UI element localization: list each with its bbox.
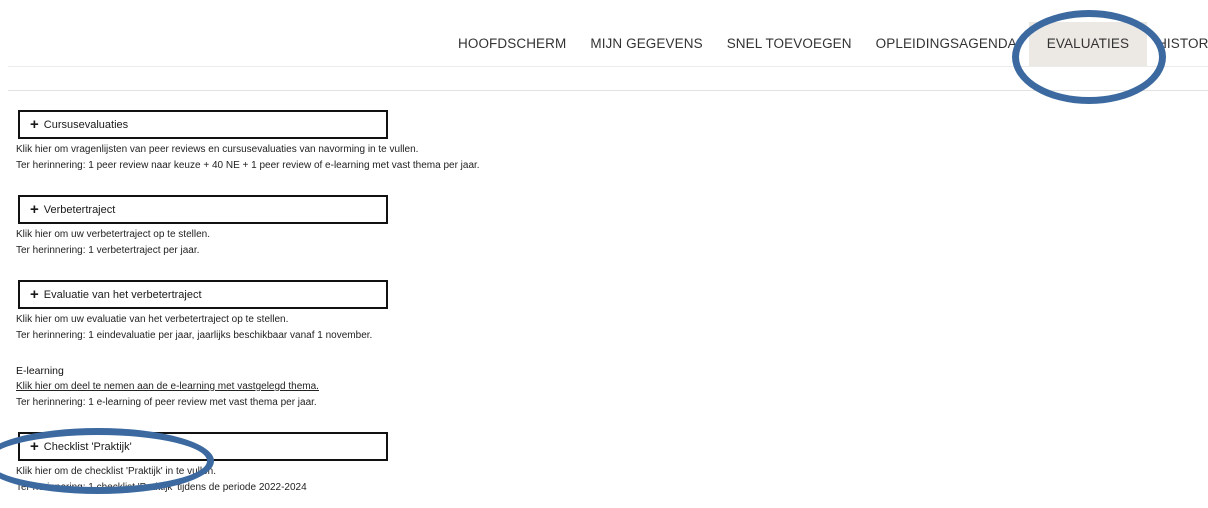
tab-opleidingsagenda[interactable]: OPLEIDINGSAGENDA xyxy=(864,22,1029,66)
section-evaluatie-verbetertraject: + Evaluatie van het verbetertraject Klik… xyxy=(16,280,718,344)
instruction-text: Klik hier om de checklist 'Praktijk' in … xyxy=(16,466,217,477)
instruction-text: Klik hier om uw evaluatie van het verbet… xyxy=(16,314,289,325)
reminder-text: Ter herinnering: 1 eindevaluatie per jaa… xyxy=(16,330,373,341)
reminder-text: Ter herinnering: 1 checklist 'Praktijk' … xyxy=(16,482,307,493)
reminder-text: Ter herinnering: 1 peer review naar keuz… xyxy=(16,160,480,171)
tab-historiek[interactable]: HISTORIEK xyxy=(1147,22,1208,66)
tab-hoofdscherm[interactable]: HOOFDSCHERM xyxy=(446,22,578,66)
tab-evaluaties[interactable]: EVALUATIES xyxy=(1028,22,1148,66)
section-checklist-praktijk: + Checklist 'Praktijk' Klik hier om de c… xyxy=(16,432,718,496)
plus-icon: + xyxy=(30,201,39,218)
toggle-label: Checklist 'Praktijk' xyxy=(43,440,132,453)
evaluations-content: + Cursusevaluaties Klik hier om vragenli… xyxy=(16,110,718,508)
toggle-label: Cursusevaluaties xyxy=(43,118,129,131)
nav-tabs: HOOFDSCHERM MIJN GEGEVENS SNEL TOEVOEGEN… xyxy=(446,22,1208,66)
content-divider xyxy=(8,90,1208,91)
toggle-label: Verbetertraject xyxy=(43,203,116,216)
toggle-label: Evaluatie van het verbetertraject xyxy=(43,288,202,301)
plus-icon: + xyxy=(30,438,39,455)
plus-icon: + xyxy=(30,286,39,303)
instruction-text: Klik hier om uw verbetertraject op te st… xyxy=(16,229,210,240)
cursusevaluaties-toggle[interactable]: + Cursusevaluaties xyxy=(18,110,388,139)
reminder-text: Ter herinnering: 1 e-learning of peer re… xyxy=(16,397,317,408)
section-verbetertraject: + Verbetertraject Klik hier om uw verbet… xyxy=(16,195,718,259)
evaluatie-verbetertraject-toggle[interactable]: + Evaluatie van het verbetertraject xyxy=(18,280,388,309)
tab-mijn-gegevens[interactable]: MIJN GEGEVENS xyxy=(578,22,714,66)
elearning-heading: E-learning xyxy=(16,365,64,377)
reminder-text: Ter herinnering: 1 verbetertraject per j… xyxy=(16,245,200,256)
verbetertraject-toggle[interactable]: + Verbetertraject xyxy=(18,195,388,224)
instruction-text: Klik hier om vragenlijsten van peer revi… xyxy=(16,144,419,155)
elearning-link[interactable]: Klik hier om deel te nemen aan de e-lear… xyxy=(16,379,718,395)
nav-divider xyxy=(8,66,1208,67)
section-elearning: E-learning Klik hier om deel te nemen aa… xyxy=(16,363,718,411)
checklist-praktijk-toggle[interactable]: + Checklist 'Praktijk' xyxy=(18,432,388,461)
tab-snel-toevoegen[interactable]: SNEL TOEVOEGEN xyxy=(715,22,864,66)
plus-icon: + xyxy=(30,116,39,133)
top-navigation: HOOFDSCHERM MIJN GEGEVENS SNEL TOEVOEGEN… xyxy=(0,0,1208,91)
section-cursusevaluaties: + Cursusevaluaties Klik hier om vragenli… xyxy=(16,110,718,174)
